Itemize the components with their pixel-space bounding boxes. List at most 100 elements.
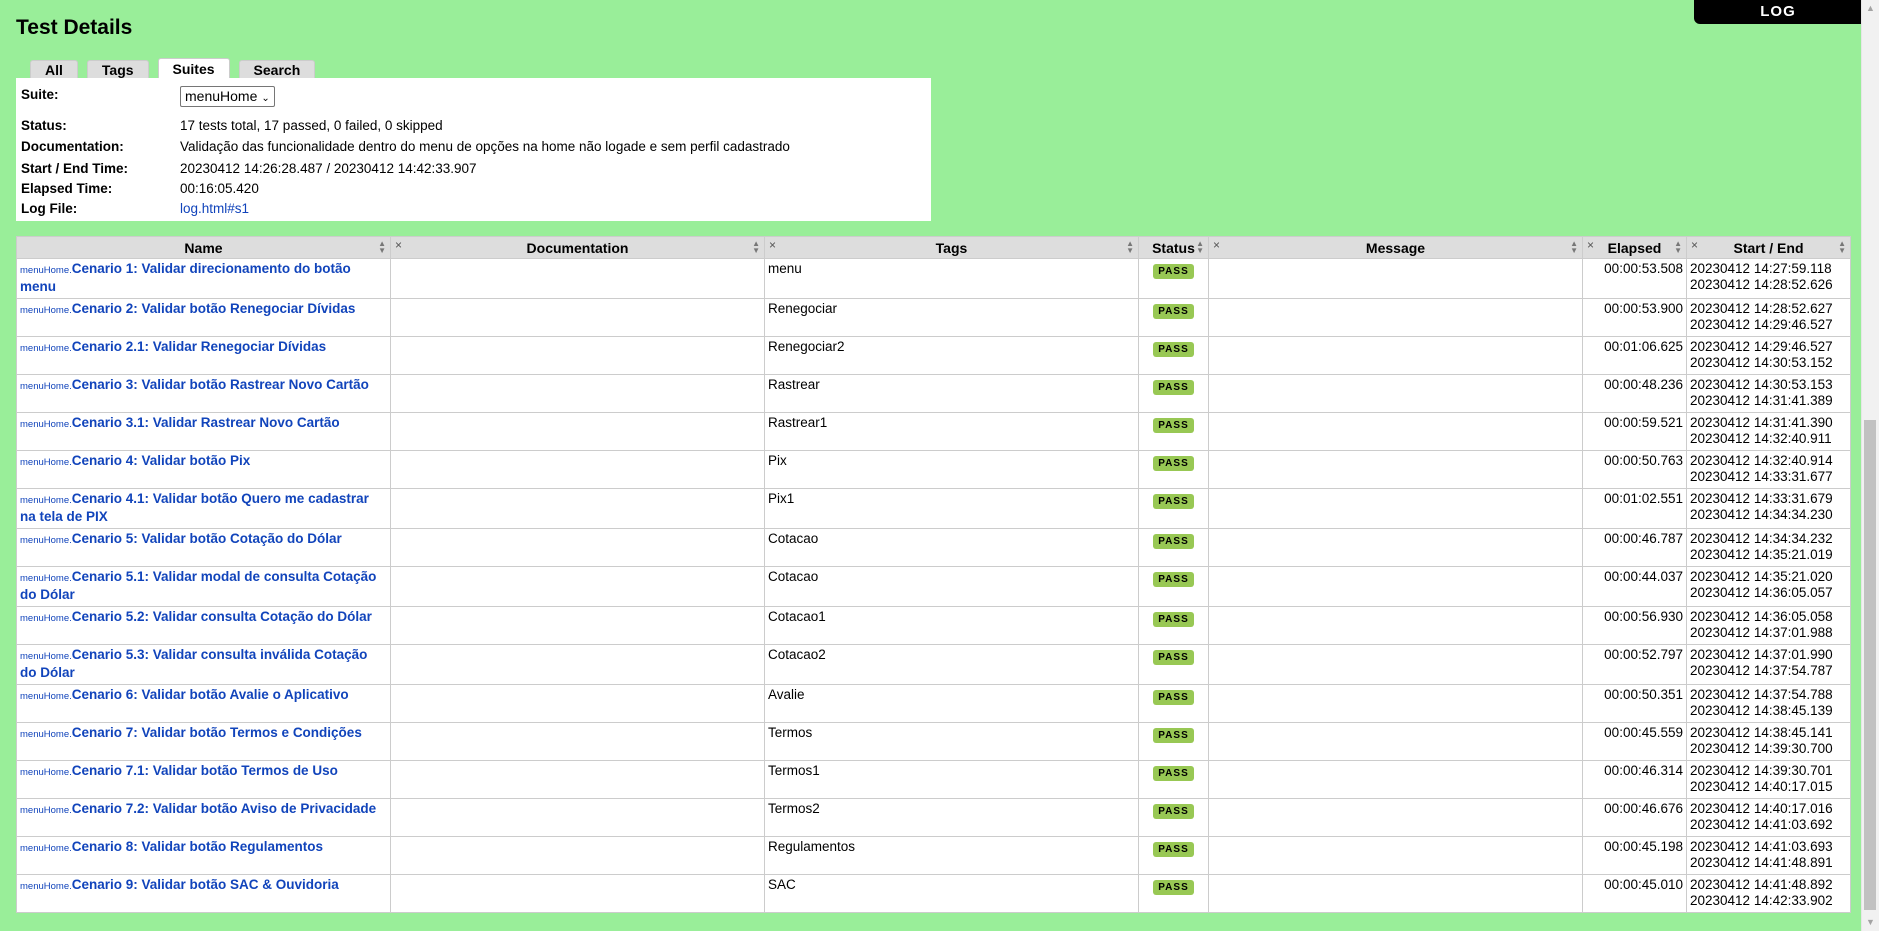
start-time: 20230412 14:31:41.390	[1690, 415, 1833, 430]
test-link[interactable]: menuHome.Cenario 9: Validar botão SAC & …	[20, 877, 339, 892]
test-name: Cenario 2.1: Validar Renegociar Dívidas	[71, 339, 327, 354]
test-link[interactable]: menuHome.Cenario 3: Validar botão Rastre…	[20, 377, 369, 392]
end-time: 20230412 14:32:40.911	[1690, 431, 1832, 446]
table-row: menuHome.Cenario 5: Validar botão Cotaçã…	[16, 528, 1851, 567]
test-link[interactable]: menuHome.Cenario 1: Validar direcionamen…	[20, 261, 351, 294]
suite-prefix: menuHome.	[20, 495, 72, 506]
suite-prefix: menuHome.	[20, 265, 72, 276]
sort-icon[interactable]: ▲ ▼	[1196, 240, 1204, 255]
logfile-link[interactable]: log.html#s1	[180, 201, 249, 216]
test-name: Cenario 3: Validar botão Rastrear Novo C…	[71, 377, 369, 392]
documentation-cell	[390, 298, 765, 337]
suite-prefix: menuHome.	[20, 729, 72, 740]
suite-details-panel: Suite: menuHome ⌄ Status: 17 tests total,…	[16, 78, 931, 221]
hide-column-icon[interactable]: ×	[769, 238, 776, 252]
test-name: Cenario 7: Validar botão Termos e Condiç…	[71, 725, 362, 740]
test-link[interactable]: menuHome.Cenario 8: Validar botão Regula…	[20, 839, 323, 854]
tags-cell: Pix1	[764, 488, 1139, 529]
test-link[interactable]: menuHome.Cenario 4.1: Validar botão Quer…	[20, 491, 369, 524]
sort-icon[interactable]: ▲ ▼	[1126, 240, 1134, 255]
scrollbar-thumb[interactable]	[1864, 420, 1876, 910]
test-link[interactable]: menuHome.Cenario 4: Validar botão Pix	[20, 453, 250, 468]
status-badge: PASS	[1153, 456, 1194, 471]
end-time: 20230412 14:30:53.152	[1690, 355, 1833, 370]
suite-label: Suite:	[21, 87, 59, 102]
time-row: Start / End Time: 20230412 14:26:28.487 …	[21, 161, 477, 176]
elapsed-cell: 00:00:53.900	[1582, 298, 1687, 337]
tags-cell: Avalie	[764, 684, 1139, 723]
status-badge: PASS	[1153, 880, 1194, 895]
tags-cell: Renegociar	[764, 298, 1139, 337]
start-end-cell: 20230412 14:41:03.693 20230412 14:41:48.8…	[1686, 836, 1851, 875]
start-time: 20230412 14:27:59.118	[1690, 261, 1832, 276]
test-link[interactable]: menuHome.Cenario 6: Validar botão Avalie…	[20, 687, 349, 702]
tags-cell: Cotacao	[764, 528, 1139, 567]
tab-suites[interactable]: Suites	[157, 58, 230, 80]
end-time: 20230412 14:29:46.527	[1690, 317, 1833, 332]
end-time: 20230412 14:40:17.015	[1690, 779, 1833, 794]
column-header-status[interactable]: Status ▲ ▼	[1138, 236, 1209, 259]
sort-icon[interactable]: ▲ ▼	[1838, 240, 1846, 255]
tab-tags[interactable]: Tags	[86, 60, 149, 79]
test-name: Cenario 3.1: Validar Rastrear Novo Cartã…	[71, 415, 340, 430]
message-cell	[1208, 760, 1583, 799]
end-time: 20230412 14:36:05.057	[1690, 585, 1833, 600]
column-header-elapsed[interactable]: × Elapsed ▲ ▼	[1582, 236, 1687, 259]
sort-icon[interactable]: ▲ ▼	[1674, 240, 1682, 255]
column-header-documentation[interactable]: × Documentation ▲ ▼	[390, 236, 765, 259]
scroll-down-arrow-icon[interactable]: ▼	[1862, 914, 1879, 931]
documentation-cell	[390, 606, 765, 645]
test-name-cell: menuHome.Cenario 7.2: Validar botão Avis…	[16, 798, 391, 837]
tab-search[interactable]: Search	[238, 60, 316, 79]
test-link[interactable]: menuHome.Cenario 7.1: Validar botão Term…	[20, 763, 338, 778]
status-badge: PASS	[1153, 418, 1194, 433]
hide-column-icon[interactable]: ×	[1213, 238, 1220, 252]
documentation-cell	[390, 874, 765, 913]
test-link[interactable]: menuHome.Cenario 5.3: Validar consulta i…	[20, 647, 367, 680]
status-cell: PASS	[1138, 874, 1209, 913]
status-cell: PASS	[1138, 488, 1209, 529]
test-link[interactable]: menuHome.Cenario 3.1: Validar Rastrear N…	[20, 415, 340, 430]
test-link[interactable]: menuHome.Cenario 2.1: Validar Renegociar…	[20, 339, 326, 354]
test-link[interactable]: menuHome.Cenario 7: Validar botão Termos…	[20, 725, 362, 740]
tags-cell: Termos2	[764, 798, 1139, 837]
time-value: 20230412 14:26:28.487 / 20230412 14:42:3…	[180, 161, 477, 176]
table-row: menuHome.Cenario 1: Validar direcionamen…	[16, 258, 1851, 299]
hide-column-icon[interactable]: ×	[1587, 238, 1594, 252]
column-header-name[interactable]: Name ▲ ▼	[16, 236, 391, 259]
tags-cell: Cotacao2	[764, 644, 1139, 685]
start-end-cell: 20230412 14:31:41.390 20230412 14:32:40.9…	[1686, 412, 1851, 451]
test-link[interactable]: menuHome.Cenario 2: Validar botão Renego…	[20, 301, 355, 316]
tab-all[interactable]: All	[30, 60, 78, 79]
documentation-cell	[390, 798, 765, 837]
start-end-cell: 20230412 14:34:34.232 20230412 14:35:21.0…	[1686, 528, 1851, 567]
elapsed-cell: 00:00:46.314	[1582, 760, 1687, 799]
suite-select[interactable]: menuHome ⌄	[180, 86, 275, 107]
test-link[interactable]: menuHome.Cenario 5: Validar botão Cotaçã…	[20, 531, 342, 546]
vertical-scrollbar[interactable]: ▲ ▼	[1861, 0, 1879, 931]
start-end-cell: 20230412 14:30:53.153 20230412 14:31:41.3…	[1686, 374, 1851, 413]
sort-icon[interactable]: ▲ ▼	[378, 240, 386, 255]
log-link[interactable]: LOG	[1694, 0, 1862, 24]
hide-column-icon[interactable]: ×	[1691, 238, 1698, 252]
suite-prefix: menuHome.	[20, 573, 72, 584]
column-header-tags[interactable]: × Tags ▲ ▼	[764, 236, 1139, 259]
test-link[interactable]: menuHome.Cenario 5.2: Validar consulta C…	[20, 609, 372, 624]
sort-icon[interactable]: ▲ ▼	[1570, 240, 1578, 255]
status-badge: PASS	[1153, 380, 1194, 395]
table-row: menuHome.Cenario 8: Validar botão Regula…	[16, 836, 1851, 875]
start-time: 20230412 14:34:34.232	[1690, 531, 1833, 546]
elapsed-cell: 00:00:50.351	[1582, 684, 1687, 723]
page-title: Test Details	[16, 16, 133, 39]
test-link[interactable]: menuHome.Cenario 7.2: Validar botão Avis…	[20, 801, 376, 816]
table-row: menuHome.Cenario 2.1: Validar Renegociar…	[16, 336, 1851, 375]
hide-column-icon[interactable]: ×	[395, 238, 402, 252]
column-header-start-end[interactable]: × Start / End ▲ ▼	[1686, 236, 1851, 259]
test-name-cell: menuHome.Cenario 3: Validar botão Rastre…	[16, 374, 391, 413]
column-header-message[interactable]: × Message ▲ ▼	[1208, 236, 1583, 259]
sort-icon[interactable]: ▲ ▼	[752, 240, 760, 255]
scroll-up-arrow-icon[interactable]: ▲	[1862, 0, 1879, 17]
tags-cell: Cotacao1	[764, 606, 1139, 645]
test-link[interactable]: menuHome.Cenario 5.1: Validar modal de c…	[20, 569, 376, 602]
message-cell	[1208, 566, 1583, 607]
